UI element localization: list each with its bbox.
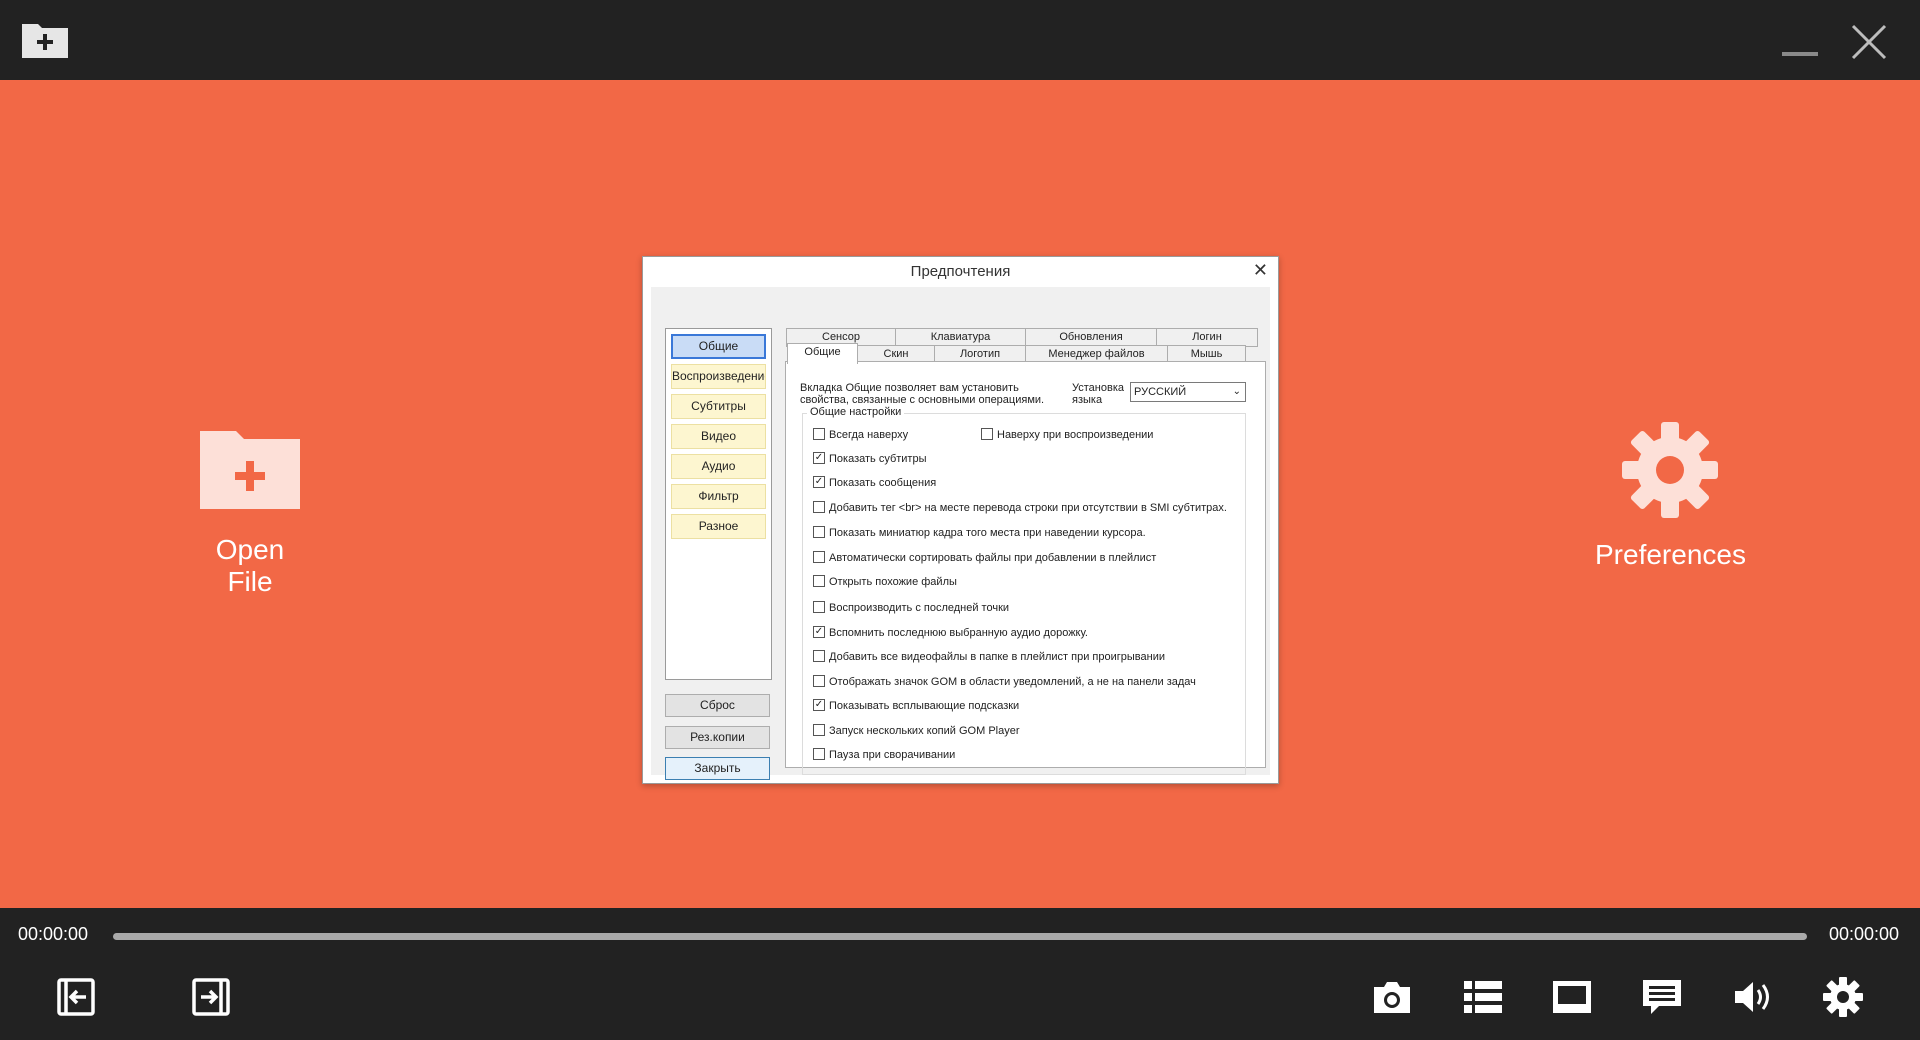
category-misc[interactable]: Разное (671, 514, 766, 539)
option-auto-sort[interactable]: Автоматически сортировать файлы при доба… (813, 551, 1156, 564)
checkbox[interactable] (813, 575, 825, 588)
option-add-br-tag[interactable]: Добавить тег <br> на месте перевода стро… (813, 501, 1227, 514)
seek-bar[interactable] (113, 933, 1807, 940)
group-title: Общие настройки (807, 406, 905, 418)
backup-button[interactable]: Рез.копии (665, 726, 770, 749)
preferences-label: Preferences (1595, 539, 1746, 570)
time-current: 00:00:00 (18, 924, 89, 944)
volume-icon[interactable] (1731, 975, 1775, 1019)
camera-icon[interactable] (1370, 975, 1414, 1019)
checkbox[interactable] (813, 526, 825, 539)
option-on-top-playing[interactable]: Наверху при воспроизведении (981, 428, 1153, 441)
dialog-body: Общие Воспроизведение Субтитры Видео Ауд… (651, 287, 1270, 780)
option-open-similar[interactable]: Открыть похожие файлы (813, 575, 957, 588)
language-label: Установка языка (1072, 382, 1124, 406)
checkbox[interactable] (981, 428, 993, 441)
category-playback[interactable]: Воспроизведение (671, 364, 766, 389)
minimize-icon[interactable] (1782, 52, 1818, 56)
category-video[interactable]: Видео (671, 424, 766, 449)
checkbox[interactable] (813, 601, 825, 614)
category-subtitles[interactable]: Субтитры (671, 394, 766, 419)
language-value: РУССКИЙ (1134, 386, 1187, 398)
exit-right-icon[interactable] (189, 975, 233, 1019)
folder-plus-icon (200, 431, 300, 509)
checkbox-checked[interactable]: ✓ (813, 626, 825, 639)
category-filter[interactable]: Фильтр (671, 484, 766, 509)
checkbox[interactable] (813, 675, 825, 688)
playlist-icon[interactable] (1461, 975, 1505, 1019)
option-tooltips[interactable]: ✓ Показывать всплывающие подсказки (813, 699, 1019, 712)
option-show-subtitles[interactable]: ✓ Показать субтитры (813, 452, 927, 465)
category-general[interactable]: Общие (671, 334, 766, 359)
exit-left-icon[interactable] (54, 975, 98, 1019)
category-list: Общие Воспроизведение Субтитры Видео Ауд… (665, 328, 772, 680)
dialog-close-icon[interactable]: ✕ (1253, 260, 1268, 281)
checkbox-checked[interactable]: ✓ (813, 476, 825, 489)
option-show-messages[interactable]: ✓ Показать сообщения (813, 476, 936, 489)
time-total: 00:00:00 (1829, 924, 1900, 944)
checkbox[interactable] (813, 551, 825, 564)
option-show-thumbnail[interactable]: Показать миниатюр кадра того места при н… (813, 526, 1146, 539)
general-settings-group: Общие настройки Всегда наверху Наверху п… (802, 406, 1246, 775)
general-panel: Вкладка Общие позволяет вам установить с… (785, 361, 1266, 775)
checkbox[interactable] (813, 650, 825, 663)
category-audio[interactable]: Аудио (671, 454, 766, 479)
screen-icon[interactable] (1550, 975, 1594, 1019)
open-folder-icon[interactable] (20, 20, 70, 60)
option-add-folder-videos[interactable]: Добавить все видеофайлы в папке в плейли… (813, 650, 1165, 663)
title-bar (0, 0, 1920, 80)
language-select[interactable]: РУССКИЙ ⌄ (1130, 382, 1246, 402)
open-file-button[interactable]: Open File (190, 425, 310, 598)
close-button[interactable]: Закрыть (665, 757, 770, 780)
close-icon[interactable] (1849, 22, 1889, 62)
dialog-title: Предпочтения (910, 263, 1011, 280)
checkbox-checked[interactable]: ✓ (813, 699, 825, 712)
checkbox-checked[interactable]: ✓ (813, 452, 825, 465)
general-description: Вкладка Общие позволяет вам установить с… (800, 382, 1045, 406)
control-bar (0, 908, 1920, 1040)
checkbox[interactable] (813, 748, 825, 761)
open-file-label: Open File (215, 534, 285, 597)
option-multiple-instances[interactable]: Запуск нескольких копий GOM Player (813, 724, 1020, 737)
option-resume[interactable]: Воспроизводить с последней точки (813, 601, 1009, 614)
checkbox[interactable] (813, 724, 825, 737)
preferences-button[interactable]: Preferences (1595, 420, 1746, 571)
tab-general[interactable]: Общие (787, 343, 858, 364)
checkbox[interactable] (813, 501, 825, 514)
reset-button[interactable]: Сброс (665, 694, 770, 717)
option-pause-minimize[interactable]: Пауза при сворачивании (813, 748, 955, 761)
chevron-down-icon: ⌄ (1232, 386, 1241, 397)
subtitles-icon[interactable] (1640, 975, 1684, 1019)
option-tray-icon[interactable]: Отображать значок GOM в области уведомле… (813, 675, 1196, 688)
checkbox[interactable] (813, 428, 825, 441)
option-remember-audio[interactable]: ✓ Вспомнить последнюю выбранную аудио дор… (813, 626, 1088, 639)
preferences-dialog: Предпочтения ✕ Общие Воспроизведение Суб… (642, 256, 1279, 784)
gear-icon[interactable] (1821, 975, 1865, 1019)
option-always-on-top[interactable]: Всегда наверху (813, 428, 908, 441)
gear-icon (1622, 422, 1718, 518)
